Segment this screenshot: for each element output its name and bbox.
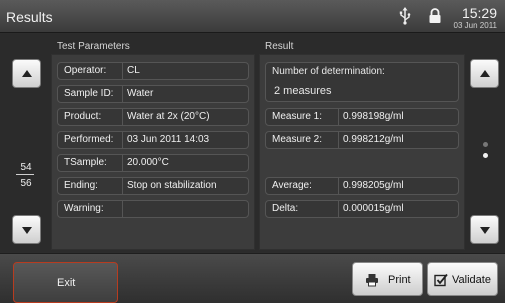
- operator-value: CL: [127, 65, 140, 76]
- page-down-button[interactable]: [12, 215, 41, 244]
- printer-icon: [366, 274, 378, 287]
- ending-value: Stop on stabilization: [127, 180, 217, 191]
- page-indicator-dot: [483, 142, 488, 147]
- test-parameters-panel: [51, 54, 255, 250]
- validate-label: Validate: [452, 274, 491, 286]
- checkbox-icon: [434, 273, 448, 287]
- tsample-row: TSample: 20.000°C: [57, 154, 249, 172]
- performed-value: 03 Jun 2011 14:03: [127, 134, 210, 145]
- product-row: Product: Water at 2x (20°C): [57, 108, 249, 126]
- lock-icon: [429, 8, 441, 23]
- warning-row: Warning:: [57, 200, 249, 218]
- measure-1-label: Measure 1:: [272, 111, 323, 122]
- measure-1-row: Measure 1: 0.998198g/ml: [265, 108, 459, 126]
- warning-label: Warning:: [64, 203, 104, 214]
- scroll-up-button[interactable]: [470, 59, 499, 88]
- product-value: Water at 2x (20°C): [127, 111, 210, 122]
- print-button[interactable]: Print: [352, 262, 423, 296]
- triangle-up-icon: [480, 70, 490, 77]
- measure-2-value: 0.998212g/ml: [343, 134, 404, 145]
- determination-box: Number of determination: 2 measures: [265, 62, 459, 102]
- triangle-down-icon: [480, 227, 490, 234]
- sample-id-row: Sample ID: Water: [57, 85, 249, 103]
- clock-time: 15:29: [461, 5, 497, 21]
- delta-label: Delta:: [272, 203, 299, 214]
- total-pages: 56: [20, 178, 32, 189]
- triangle-up-icon: [22, 70, 32, 77]
- validate-button[interactable]: Validate: [427, 262, 498, 296]
- ending-label: Ending:: [64, 180, 98, 191]
- top-bar: Results 15:29 03 Jun 2011: [0, 0, 505, 33]
- clock-date: 03 Jun 2011: [453, 21, 497, 30]
- tsample-value: 20.000°C: [127, 157, 169, 168]
- measure-2-label: Measure 2:: [272, 134, 323, 145]
- delta-value: 0.000015g/ml: [343, 203, 404, 214]
- page-up-button[interactable]: [12, 59, 41, 88]
- average-row: Average: 0.998205g/ml: [265, 177, 459, 195]
- delta-row: Delta: 0.000015g/ml: [265, 200, 459, 218]
- sample-id-label: Sample ID:: [64, 88, 114, 99]
- result-title: Result: [265, 41, 294, 52]
- scroll-down-button[interactable]: [470, 215, 499, 244]
- current-page: 54: [20, 162, 32, 173]
- ending-row: Ending: Stop on stabilization: [57, 177, 249, 195]
- page-divider: [16, 174, 34, 175]
- exit-button[interactable]: Exit: [13, 262, 118, 303]
- performed-label: Performed:: [64, 134, 114, 145]
- average-label: Average:: [272, 180, 312, 191]
- operator-row: Operator: CL: [57, 62, 249, 80]
- triangle-down-icon: [22, 227, 32, 234]
- test-parameters-title: Test Parameters: [57, 41, 130, 52]
- operator-label: Operator:: [64, 65, 107, 76]
- print-label: Print: [388, 274, 411, 286]
- measure-2-row: Measure 2: 0.998212g/ml: [265, 131, 459, 149]
- determination-value: 2 measures: [274, 85, 332, 97]
- performed-row: Performed: 03 Jun 2011 14:03: [57, 131, 249, 149]
- measure-1-value: 0.998198g/ml: [343, 111, 404, 122]
- product-label: Product:: [64, 111, 102, 122]
- usb-icon: [399, 7, 411, 25]
- determination-label: Number of determination:: [272, 66, 385, 77]
- page-title: Results: [6, 9, 53, 25]
- sample-id-value: Water: [127, 88, 154, 99]
- exit-label: Exit: [57, 277, 76, 289]
- average-value: 0.998205g/ml: [343, 180, 404, 191]
- page-indicator-dot-active: [483, 153, 488, 158]
- tsample-label: TSample:: [64, 157, 107, 168]
